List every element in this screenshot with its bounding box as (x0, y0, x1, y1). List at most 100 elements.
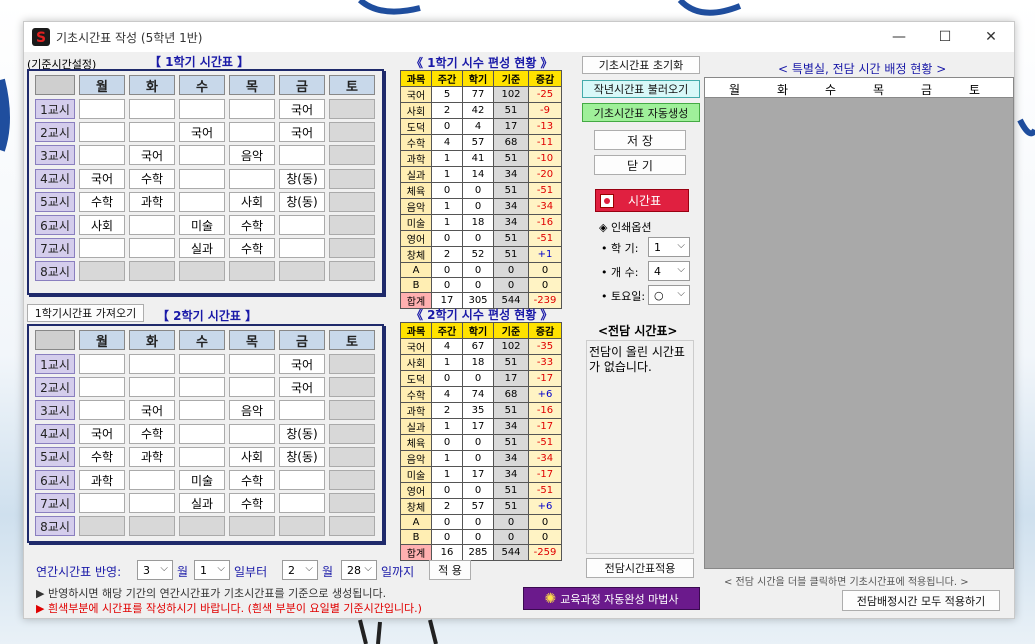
sem2-period-label[interactable]: 3교시 (35, 400, 75, 421)
sem1-slot-cell[interactable] (79, 238, 125, 259)
sem2-slot-cell[interactable] (129, 354, 175, 374)
sem1-slot-cell[interactable] (129, 122, 175, 143)
sem2-period-label[interactable]: 1교시 (35, 354, 75, 374)
sem2-slot-cell[interactable] (329, 354, 375, 374)
sem2-period-label[interactable]: 2교시 (35, 377, 75, 398)
sem1-slot-cell[interactable]: 국어 (279, 99, 325, 119)
apply-all-button[interactable]: 전담배정시간 모두 적용하기 (842, 590, 1000, 611)
sem2-slot-cell[interactable] (79, 516, 125, 537)
sem1-period-label[interactable]: 3교시 (35, 145, 75, 166)
sem2-slot-cell[interactable] (279, 470, 325, 490)
sem1-slot-cell[interactable]: 국어 (129, 145, 175, 166)
sem1-slot-cell[interactable] (179, 145, 225, 166)
sem2-slot-cell[interactable] (279, 493, 325, 514)
sem1-slot-cell[interactable] (79, 99, 125, 119)
sem1-slot-cell[interactable] (329, 261, 375, 282)
month-to-select[interactable]: 2 ⌵ (282, 560, 318, 580)
sem1-slot-cell[interactable] (79, 145, 125, 166)
apply-homeroom-button[interactable]: 전담시간표적용 (586, 558, 694, 578)
sem1-slot-cell[interactable] (129, 238, 175, 259)
sem1-slot-cell[interactable] (229, 261, 275, 282)
sem1-slot-cell[interactable] (329, 215, 375, 235)
sem1-slot-cell[interactable] (179, 261, 225, 282)
sem1-slot-cell[interactable]: 미술 (179, 215, 225, 235)
sem2-slot-cell[interactable] (179, 354, 225, 374)
sem1-slot-cell[interactable] (179, 99, 225, 119)
sem1-slot-cell[interactable] (129, 261, 175, 282)
semester-select[interactable]: 1 ⌵ (648, 237, 690, 257)
sem1-slot-cell[interactable] (179, 191, 225, 212)
sem2-slot-cell[interactable] (329, 470, 375, 490)
sem2-slot-cell[interactable] (329, 400, 375, 421)
close-button[interactable]: 닫 기 (594, 155, 686, 175)
sem2-slot-cell[interactable]: 수학 (229, 493, 275, 514)
sem2-slot-cell[interactable] (179, 446, 225, 467)
day-to-select[interactable]: 28 ⌵ (341, 560, 377, 580)
sem1-slot-cell[interactable]: 음악 (229, 145, 275, 166)
sem1-slot-cell[interactable] (279, 215, 325, 235)
sem2-slot-cell[interactable]: 수학 (79, 446, 125, 467)
sem2-slot-cell[interactable]: 국어 (279, 354, 325, 374)
sem2-slot-cell[interactable]: 미술 (179, 470, 225, 490)
sem2-slot-cell[interactable] (129, 516, 175, 537)
sem1-slot-cell[interactable]: 국어 (79, 168, 125, 189)
sem2-slot-cell[interactable] (79, 354, 125, 374)
sem1-slot-cell[interactable] (79, 122, 125, 143)
sem2-slot-cell[interactable]: 과학 (79, 470, 125, 490)
sem2-slot-cell[interactable] (329, 423, 375, 444)
sem1-slot-cell[interactable] (129, 99, 175, 119)
sem2-period-label[interactable]: 4교시 (35, 423, 75, 444)
sem2-slot-cell[interactable] (179, 516, 225, 537)
sem2-slot-cell[interactable]: 국어 (279, 377, 325, 398)
sem1-slot-cell[interactable] (179, 168, 225, 189)
save-button[interactable]: 저 장 (594, 130, 686, 150)
sem2-slot-cell[interactable] (79, 377, 125, 398)
sem2-slot-cell[interactable] (229, 423, 275, 444)
sem1-slot-cell[interactable]: 수학 (229, 238, 275, 259)
sem2-slot-cell[interactable] (329, 493, 375, 514)
import-sem1-button[interactable]: 1학기시간표 가져오기 (27, 304, 144, 322)
auto-generate-button[interactable]: 기초시간표 자동생성 (582, 103, 700, 122)
sem1-slot-cell[interactable] (79, 261, 125, 282)
sem1-slot-cell[interactable] (279, 145, 325, 166)
sem1-period-label[interactable]: 8교시 (35, 261, 75, 282)
month-from-select[interactable]: 3 ⌵ (137, 560, 173, 580)
sem1-slot-cell[interactable] (329, 99, 375, 119)
sem1-slot-cell[interactable] (279, 261, 325, 282)
sem2-slot-cell[interactable] (179, 423, 225, 444)
sem1-slot-cell[interactable]: 과학 (129, 191, 175, 212)
sem1-slot-cell[interactable] (329, 122, 375, 143)
sem1-slot-cell[interactable]: 창(동) (279, 168, 325, 189)
sem1-slot-cell[interactable] (229, 168, 275, 189)
day-from-select[interactable]: 1 ⌵ (194, 560, 230, 580)
sem1-period-label[interactable]: 1교시 (35, 99, 75, 119)
sem2-slot-cell[interactable] (279, 516, 325, 537)
sem2-slot-cell[interactable] (329, 446, 375, 467)
sem2-slot-cell[interactable] (229, 354, 275, 374)
wizard-button[interactable]: ✺ 교육과정 자동완성 마법사 (523, 587, 700, 610)
sem1-slot-cell[interactable]: 수학 (229, 215, 275, 235)
sem2-period-label[interactable]: 7교시 (35, 493, 75, 514)
sem1-slot-cell[interactable]: 국어 (279, 122, 325, 143)
sem2-slot-cell[interactable] (179, 377, 225, 398)
sem2-slot-cell[interactable]: 실과 (179, 493, 225, 514)
sem1-period-label[interactable]: 2교시 (35, 122, 75, 143)
maximize-button[interactable]: ☐ (922, 22, 968, 52)
sem2-slot-cell[interactable]: 국어 (79, 423, 125, 444)
sem2-period-label[interactable]: 8교시 (35, 516, 75, 537)
sem1-slot-cell[interactable] (129, 215, 175, 235)
sem1-slot-cell[interactable] (329, 168, 375, 189)
timetable-button[interactable]: 시간표 (595, 189, 689, 212)
sem1-period-label[interactable]: 5교시 (35, 191, 75, 212)
sem2-slot-cell[interactable] (129, 493, 175, 514)
saturday-select[interactable]: ○ ⌵ (648, 285, 690, 305)
sem2-slot-cell[interactable] (229, 377, 275, 398)
load-last-year-button[interactable]: 작년시간표 불러오기 (582, 80, 700, 98)
sem2-period-label[interactable]: 6교시 (35, 470, 75, 490)
sem2-slot-cell[interactable] (79, 493, 125, 514)
sem1-slot-cell[interactable] (229, 99, 275, 119)
sem1-slot-cell[interactable]: 실과 (179, 238, 225, 259)
sem2-period-label[interactable]: 5교시 (35, 446, 75, 467)
sem1-period-label[interactable]: 6교시 (35, 215, 75, 235)
reset-button[interactable]: 기초시간표 초기화 (582, 56, 700, 74)
